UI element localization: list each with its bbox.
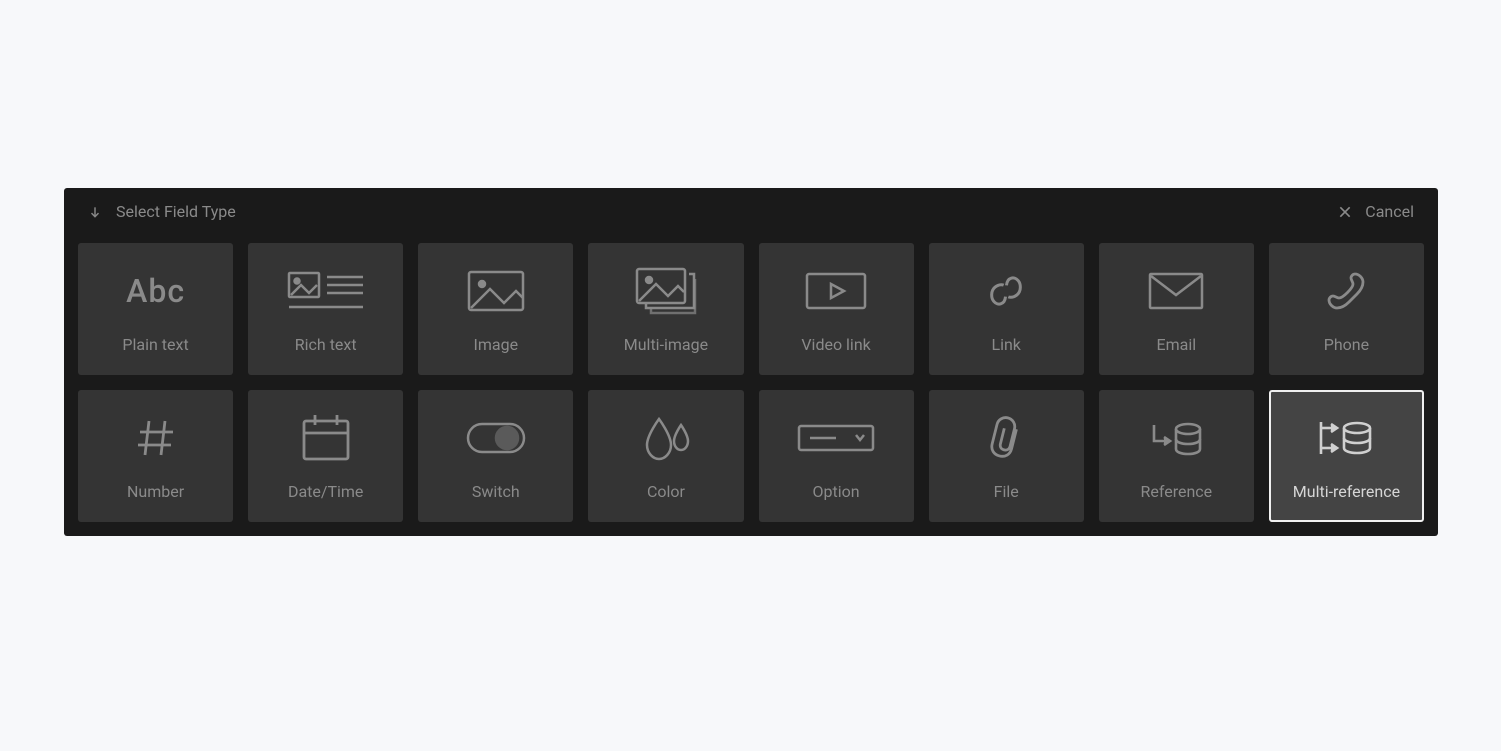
panel-header: Select Field Type Cancel: [78, 202, 1424, 227]
close-icon: [1337, 204, 1353, 220]
cancel-label: Cancel: [1365, 202, 1414, 221]
field-type-email[interactable]: Email: [1099, 243, 1254, 375]
option-icon: [796, 412, 876, 464]
field-type-label: Option: [813, 482, 860, 501]
multi-reference-icon: [1317, 412, 1375, 464]
field-type-reference[interactable]: Reference: [1099, 390, 1254, 522]
paperclip-icon: [986, 412, 1026, 464]
field-type-link[interactable]: Link: [929, 243, 1084, 375]
field-type-label: Image: [474, 335, 519, 354]
cancel-button[interactable]: Cancel: [1337, 202, 1414, 221]
field-type-label: File: [994, 482, 1019, 501]
field-type-label: Switch: [472, 482, 520, 501]
video-icon: [804, 265, 868, 317]
field-type-label: Plain text: [122, 335, 188, 354]
field-type-label: Video link: [801, 335, 870, 354]
field-type-switch[interactable]: Switch: [418, 390, 573, 522]
panel-title: Select Field Type: [116, 202, 236, 221]
reference-icon: [1148, 412, 1204, 464]
field-type-multi-reference[interactable]: Multi-reference: [1269, 390, 1424, 522]
field-type-label: Phone: [1324, 335, 1369, 354]
field-type-option[interactable]: Option: [759, 390, 914, 522]
phone-icon: [1325, 265, 1367, 317]
field-type-label: Email: [1157, 335, 1197, 354]
abc-icon: Abc: [126, 265, 185, 317]
field-type-plain-text[interactable]: Abc Plain text: [78, 243, 233, 375]
field-type-phone[interactable]: Phone: [1269, 243, 1424, 375]
multi-image-icon: [634, 265, 698, 317]
field-type-label: Number: [127, 482, 184, 501]
drops-icon: [641, 412, 691, 464]
image-icon: [466, 265, 526, 317]
field-type-label: Multi-reference: [1293, 482, 1400, 501]
switch-icon: [465, 412, 527, 464]
field-type-multi-image[interactable]: Multi-image: [588, 243, 743, 375]
field-type-date-time[interactable]: Date/Time: [248, 390, 403, 522]
link-icon: [982, 265, 1030, 317]
field-type-video-link[interactable]: Video link: [759, 243, 914, 375]
field-type-color[interactable]: Color: [588, 390, 743, 522]
field-type-file[interactable]: File: [929, 390, 1084, 522]
field-type-rich-text[interactable]: Rich text: [248, 243, 403, 375]
field-type-label: Date/Time: [288, 482, 363, 501]
header-left: Select Field Type: [88, 202, 236, 221]
field-type-label: Multi-image: [624, 335, 708, 354]
field-type-panel: Select Field Type Cancel Abc Plain text R…: [64, 188, 1438, 536]
field-type-grid: Abc Plain text Rich text Image Multi-imag…: [78, 243, 1424, 522]
richtext-icon: [287, 265, 365, 317]
field-type-label: Rich text: [295, 335, 357, 354]
arrow-down-icon: [88, 205, 102, 219]
hash-icon: [135, 412, 177, 464]
field-type-label: Link: [991, 335, 1020, 354]
field-type-label: Color: [647, 482, 685, 501]
email-icon: [1147, 265, 1205, 317]
field-type-number[interactable]: Number: [78, 390, 233, 522]
field-type-image[interactable]: Image: [418, 243, 573, 375]
calendar-icon: [300, 412, 352, 464]
field-type-label: Reference: [1140, 482, 1212, 501]
